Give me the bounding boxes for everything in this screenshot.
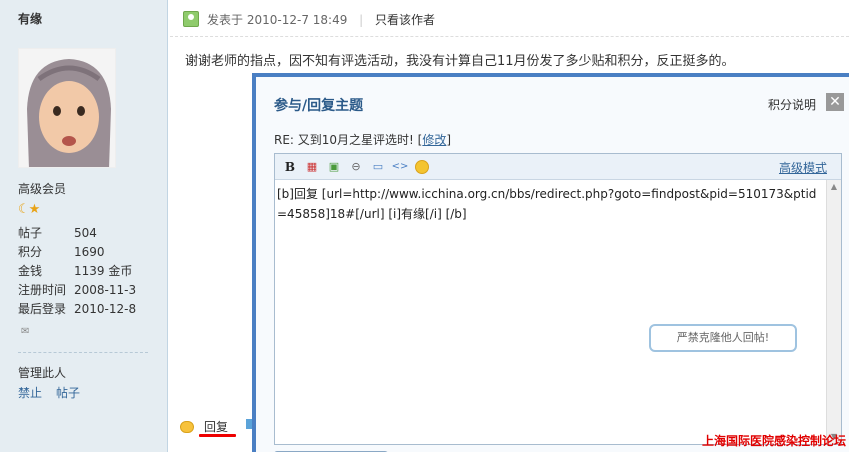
- post-meta: 发表于 2010-12-7 18:49 | 只看该作者: [207, 11, 435, 28]
- reply-subject: RE: 又到10月之星评选时! [修改]: [274, 131, 451, 148]
- forum-watermark: 上海国际医院感染控制论坛: [702, 434, 847, 448]
- user-stats: 帖子 504 积分 1690 金钱 1139 金币 注册时间 2008-11-3…: [18, 224, 136, 319]
- advanced-mode-link[interactable]: 高级模式: [779, 159, 827, 176]
- stat-value: 2010-12-8: [74, 302, 137, 316]
- subject-suffix: ]: [446, 133, 452, 147]
- stat-key: 最后登录: [18, 302, 67, 316]
- user-posts-link[interactable]: 帖子: [56, 384, 80, 401]
- stat-key: 积分: [18, 245, 43, 259]
- posted-time: 2010-12-7 18:49: [246, 12, 348, 27]
- reply-bar: 回复: [180, 418, 228, 435]
- reply-editor: B ▦ ▣ ⊖ ▭ <> 高级模式 [b]回复 [url=http://www.…: [274, 153, 842, 445]
- stat-key: 注册时间: [18, 283, 67, 297]
- user-sidebar: 有缘 高级会员 ☾★ 帖子 504 积分 1690 金钱 1139 金币 注册时…: [0, 0, 168, 452]
- editor-scrollbar[interactable]: ▲ ▼: [826, 180, 841, 444]
- stat-row: 注册时间 2008-11-3: [18, 281, 136, 300]
- reply-dialog: 参与/回复主题 积分说明 ✕ RE: 又到10月之星评选时! [修改] B ▦ …: [252, 73, 849, 452]
- post-icon: [183, 11, 199, 27]
- manage-user-label: 管理此人: [18, 366, 67, 380]
- code-icon[interactable]: <>: [391, 158, 409, 176]
- username[interactable]: 有缘: [18, 10, 42, 27]
- stat-value: 1690: [74, 245, 105, 259]
- stat-row: 帖子 504: [18, 224, 136, 243]
- font-color-icon[interactable]: ▦: [303, 158, 321, 176]
- sidebar-divider: [18, 352, 148, 353]
- insert-link-icon[interactable]: ⊖: [347, 158, 365, 176]
- post-header: 发表于 2010-12-7 18:49 | 只看该作者: [183, 9, 435, 29]
- pm-icon[interactable]: ✉: [21, 326, 29, 337]
- reply-textarea[interactable]: [b]回复 [url=http://www.icchina.org.cn/bbs…: [275, 180, 826, 444]
- ban-user-link[interactable]: 禁止: [18, 384, 42, 401]
- user-rank: 高级会员: [18, 182, 67, 196]
- stat-key: 金钱: [18, 264, 43, 278]
- reply-button[interactable]: 回复: [204, 418, 228, 435]
- close-icon[interactable]: ✕: [826, 93, 844, 111]
- bold-button[interactable]: B: [281, 158, 299, 176]
- post-header-divider: [170, 36, 849, 37]
- points-info-link[interactable]: 积分说明: [768, 96, 816, 113]
- stat-value: 504: [74, 226, 97, 240]
- avatar[interactable]: [18, 48, 116, 168]
- stat-row: 最后登录 2010-12-8: [18, 300, 136, 319]
- reply-highlight-underline: [199, 434, 236, 437]
- stat-value: 1139 金币: [74, 264, 133, 278]
- author-only-link[interactable]: 只看该作者: [375, 13, 435, 27]
- no-clone-tooltip: 严禁克隆他人回帖!: [649, 324, 797, 352]
- stat-row: 金钱 1139 金币: [18, 262, 136, 281]
- posted-prefix: 发表于: [207, 12, 244, 27]
- quote-icon[interactable]: ▭: [369, 158, 387, 176]
- manage-links: 禁止 帖子: [18, 384, 80, 401]
- rank-stars-icon: ☾★: [18, 202, 40, 217]
- reply-icon: [180, 420, 194, 433]
- post-body: 谢谢老师的指点，因不知有评选活动，我没有计算自己11月份发了多少贴和积分，反正挺…: [185, 54, 735, 69]
- smiley-icon: [415, 159, 429, 174]
- edit-subject-link[interactable]: 修改: [422, 133, 446, 147]
- dialog-title: 参与/回复主题: [274, 98, 364, 114]
- insert-image-icon[interactable]: ▣: [325, 158, 343, 176]
- stat-value: 2008-11-3: [74, 283, 137, 297]
- editor-toolbar: B ▦ ▣ ⊖ ▭ <> 高级模式: [275, 154, 841, 180]
- scroll-up-icon[interactable]: ▲: [827, 180, 841, 194]
- stat-row: 积分 1690: [18, 243, 136, 262]
- stat-key: 帖子: [18, 226, 43, 240]
- subject-text: RE: 又到10月之星评选时! [: [274, 133, 423, 147]
- meta-separator: |: [359, 12, 364, 27]
- smiley-button[interactable]: [413, 158, 431, 176]
